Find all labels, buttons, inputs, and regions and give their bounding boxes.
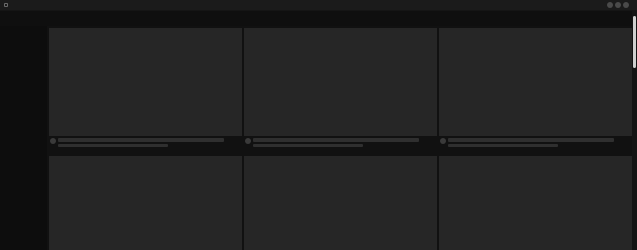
subtitle-line-placeholder — [253, 144, 363, 147]
title-bar[interactable] — [0, 0, 637, 11]
thumbnail-placeholder[interactable] — [439, 28, 632, 136]
avatar-placeholder — [440, 138, 446, 144]
video-card-placeholder[interactable] — [244, 28, 437, 154]
video-card-placeholder[interactable] — [244, 156, 437, 250]
maximize-button[interactable] — [615, 2, 621, 8]
title-line-placeholder — [448, 138, 614, 142]
title-line-placeholder — [253, 138, 419, 142]
thumbnail-placeholder[interactable] — [439, 156, 632, 250]
video-card-placeholder[interactable] — [439, 28, 632, 154]
subtitle-line-placeholder — [448, 144, 558, 147]
title-line-placeholder — [58, 138, 224, 142]
top-bar — [0, 11, 637, 26]
subtitle-line-placeholder — [58, 144, 168, 147]
app-window — [0, 0, 637, 250]
video-card-placeholder[interactable] — [439, 156, 632, 250]
video-card-placeholder[interactable] — [49, 28, 242, 154]
avatar-placeholder — [245, 138, 251, 144]
video-card-placeholder[interactable] — [49, 156, 242, 250]
app-icon — [4, 3, 8, 7]
thumbnail-placeholder[interactable] — [49, 28, 242, 136]
scrollbar-thumb[interactable] — [633, 16, 636, 68]
thumbnail-placeholder[interactable] — [244, 156, 437, 250]
card-meta-placeholder — [439, 136, 632, 154]
thumbnail-placeholder[interactable] — [49, 156, 242, 250]
video-grid — [47, 26, 632, 250]
sidebar — [0, 26, 47, 250]
vertical-scrollbar[interactable] — [632, 11, 637, 250]
avatar-placeholder — [50, 138, 56, 144]
thumbnail-placeholder[interactable] — [244, 28, 437, 136]
close-button[interactable] — [623, 2, 629, 8]
card-meta-placeholder — [244, 136, 437, 154]
card-meta-placeholder — [49, 136, 242, 154]
minimize-button[interactable] — [607, 2, 613, 8]
